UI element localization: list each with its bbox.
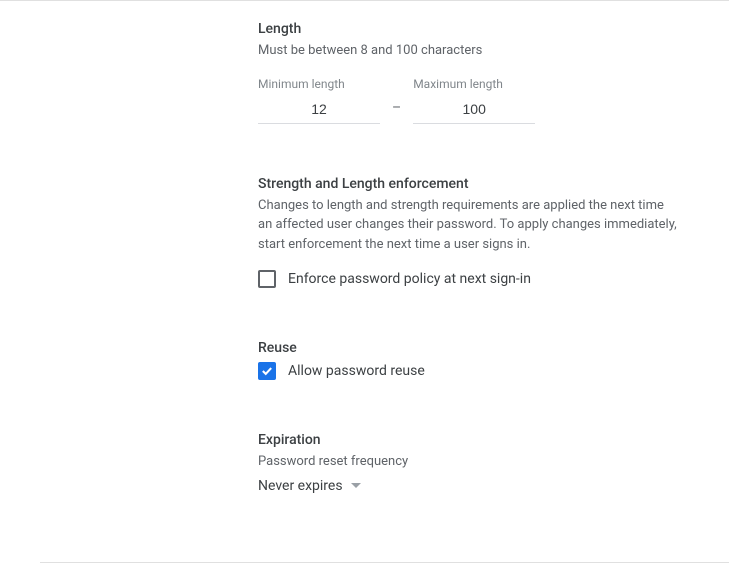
enforcement-section: Strength and Length enforcement Changes … [258,176,699,289]
min-length-field: Minimum length [258,77,380,124]
expiration-description: Password reset frequency [258,452,678,472]
password-settings-panel: Length Must be between 8 and 100 charact… [0,1,729,494]
max-length-label: Maximum length [413,77,535,91]
length-inputs-row: Minimum length – Maximum length [258,77,699,124]
enforce-checkbox-row: Enforce password policy at next sign-in [258,270,699,288]
enforcement-description: Changes to length and strength requireme… [258,196,678,255]
length-title: Length [258,21,699,37]
reuse-checkbox-row: Allow password reuse [258,362,699,380]
enforce-checkbox[interactable] [258,270,276,288]
enforce-checkbox-label: Enforce password policy at next sign-in [288,271,531,287]
length-description: Must be between 8 and 100 characters [258,41,678,61]
chevron-down-icon [351,483,361,488]
length-section: Length Must be between 8 and 100 charact… [258,21,699,124]
range-dash: – [392,100,401,124]
enforcement-title: Strength and Length enforcement [258,176,699,192]
expiration-section: Expiration Password reset frequency Neve… [258,432,699,494]
checkmark-icon [261,366,273,376]
reuse-checkbox-label: Allow password reuse [288,363,425,379]
max-length-input[interactable] [413,95,535,124]
reuse-title: Reuse [258,340,699,356]
min-length-input[interactable] [258,95,380,124]
reuse-checkbox[interactable] [258,362,276,380]
expiration-title: Expiration [258,432,699,448]
reuse-section: Reuse Allow password reuse [258,340,699,380]
max-length-field: Maximum length [413,77,535,124]
min-length-label: Minimum length [258,77,380,91]
expiration-dropdown[interactable]: Never expires [258,478,699,494]
expiration-selected-value: Never expires [258,478,343,494]
